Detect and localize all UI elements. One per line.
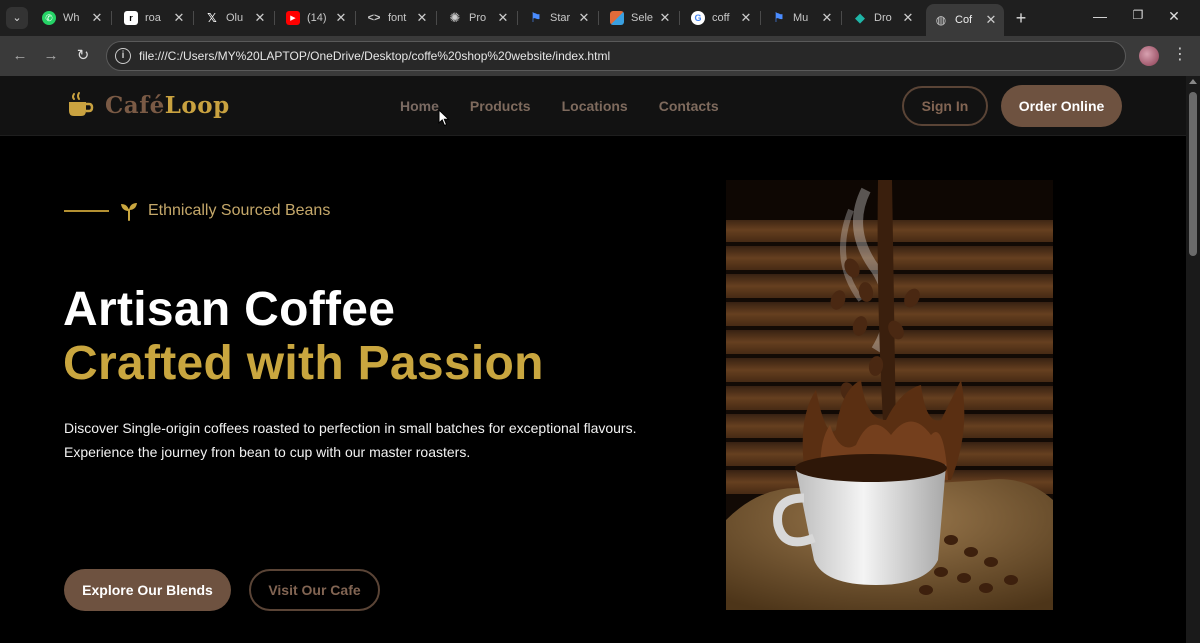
browser-tab[interactable]: ⚑ Star ✕	[521, 4, 597, 32]
browser-tab[interactable]: r roa ✕	[116, 4, 192, 32]
logo-wordmark: CaféLoop	[105, 92, 230, 119]
tab-close-icon[interactable]: ✕	[577, 10, 591, 26]
tab-close-icon[interactable]: ✕	[334, 10, 348, 26]
address-url[interactable]: file:///C:/Users/MY%20LAPTOP/OneDrive/De…	[139, 49, 610, 63]
visit-cafe-button[interactable]: Visit Our Cafe	[249, 569, 380, 611]
browser-tab[interactable]: Sele ✕	[602, 4, 678, 32]
tab-label: Wh	[63, 12, 80, 24]
hero-coffee-image	[726, 180, 1053, 610]
tab-close-icon[interactable]: ✕	[496, 10, 510, 26]
browser-tab[interactable]: <> font ✕	[359, 4, 435, 32]
logo-text-cafe: Café	[105, 91, 165, 119]
profile-avatar[interactable]	[1139, 46, 1159, 66]
cafeloop-logo[interactable]: CaféLoop	[66, 91, 230, 119]
tab-label: Mu	[793, 12, 809, 24]
tab-label: Dro	[874, 12, 892, 24]
sign-in-button[interactable]: Sign In	[902, 86, 988, 126]
scroll-up-icon[interactable]	[1189, 79, 1197, 84]
coffee-cup-icon	[69, 92, 94, 116]
browser-tab-strip: ⌄ ✆ Wh ✕ r roa ✕ 𝕏 Olu ✕ ▶ (14) ✕ <> fon…	[0, 0, 1200, 36]
youtube-icon: ▶	[286, 11, 300, 25]
globe-icon: ◍	[935, 13, 947, 27]
forward-arrow-icon[interactable]: →	[40, 45, 62, 67]
tab-label: Sele	[631, 12, 654, 24]
tab-close-icon[interactable]: ✕	[820, 10, 834, 26]
nav-link-home[interactable]: Home	[400, 98, 439, 114]
mouse-cursor-icon	[438, 109, 450, 127]
browser-tab[interactable]: 𝕏 Olu ✕	[197, 4, 273, 32]
tab-label: Star	[550, 12, 571, 24]
diamond-icon: ◆	[855, 10, 865, 25]
grid-icon	[610, 11, 624, 25]
tab-close-icon[interactable]: ✕	[658, 10, 672, 26]
flag-icon: ⚑	[530, 10, 542, 25]
explore-blends-button[interactable]: Explore Our Blends	[64, 569, 231, 611]
browser-toolbar: ← → ↻ i file:///C:/Users/MY%20LAPTOP/One…	[0, 36, 1200, 76]
tab-close-icon[interactable]: ✕	[253, 10, 267, 26]
browser-menu-icon[interactable]: ⋮	[1172, 44, 1188, 64]
window-close-icon[interactable]: ✕	[1164, 8, 1184, 25]
main-nav: Home Products Locations Contacts	[400, 98, 750, 114]
nav-link-products[interactable]: Products	[470, 98, 531, 114]
google-icon: G	[691, 11, 705, 25]
tab-label: Cof	[955, 14, 973, 26]
openai-icon: ✺	[449, 10, 461, 25]
hero-tagline: Ethnically Sourced Beans	[64, 201, 330, 221]
tagline-divider	[64, 210, 109, 212]
code-icon: <>	[367, 12, 381, 24]
hero-description-line: Experience the journey fron bean to cup …	[64, 444, 471, 460]
browser-tab[interactable]: ✆ Wh ✕	[34, 4, 110, 32]
new-tab-plus-icon[interactable]: +	[1011, 8, 1031, 28]
tab-label: roa	[145, 12, 161, 24]
browser-tab[interactable]: ✺ Pro ✕	[440, 4, 516, 32]
browser-tab[interactable]: ◆ Dro ✕	[845, 4, 921, 32]
info-icon[interactable]: i	[115, 48, 131, 64]
hero-description-line: Discover Single-origin coffees roasted t…	[64, 420, 637, 436]
flag-icon: ⚑	[773, 10, 785, 25]
sprout-icon	[121, 203, 137, 221]
order-online-button[interactable]: Order Online	[1001, 85, 1122, 127]
browser-tab[interactable]: G coff ✕	[683, 4, 759, 32]
tab-label: font	[388, 12, 407, 24]
hero-headline-gold: Crafted with Passion	[63, 337, 544, 390]
browser-tab[interactable]: ⚑ Mu ✕	[764, 4, 840, 32]
browser-tab-active[interactable]: ◍ Cof ✕	[926, 4, 1004, 36]
tab-close-icon[interactable]: ✕	[901, 10, 915, 26]
tab-close-icon[interactable]: ✕	[172, 10, 186, 26]
tab-label: Olu	[226, 12, 244, 24]
nav-link-locations[interactable]: Locations	[562, 98, 628, 114]
logo-text-loop: Loop	[164, 91, 230, 119]
tab-close-icon[interactable]: ✕	[739, 10, 753, 26]
page-scrollbar[interactable]	[1186, 76, 1200, 643]
x-icon: 𝕏	[207, 11, 217, 25]
tab-label: coff	[712, 12, 730, 24]
tab-close-icon[interactable]: ✕	[984, 12, 998, 28]
coffee-splash-illustration	[726, 180, 1053, 610]
address-bar[interactable]: i file:///C:/Users/MY%20LAPTOP/OneDrive/…	[106, 41, 1126, 71]
back-arrow-icon[interactable]: ←	[9, 45, 31, 67]
tab-label: Pro	[469, 12, 487, 24]
tagline-text: Ethnically Sourced Beans	[148, 202, 331, 219]
minimize-icon[interactable]: —	[1090, 8, 1110, 24]
roadmap-icon: r	[124, 11, 138, 25]
restore-icon[interactable]: ❐	[1128, 8, 1148, 22]
website-viewport: CaféLoop Home Products Locations Contact…	[0, 76, 1186, 643]
whatsapp-icon: ✆	[42, 11, 56, 25]
hero-headline-white: Artisan Coffee	[63, 283, 396, 336]
hero-description: Discover Single-origin coffees roasted t…	[64, 416, 684, 464]
tab-close-icon[interactable]: ✕	[415, 10, 429, 26]
browser-tab[interactable]: ▶ (14) ✕	[278, 4, 354, 32]
site-header: CaféLoop Home Products Locations Contact…	[0, 76, 1186, 136]
reload-icon[interactable]: ↻	[72, 45, 94, 67]
scrollbar-thumb[interactable]	[1189, 92, 1197, 256]
nav-link-contacts[interactable]: Contacts	[659, 98, 719, 114]
tab-close-icon[interactable]: ✕	[90, 10, 104, 26]
tab-search-chevron-icon[interactable]: ⌄	[6, 7, 28, 29]
tab-label: (14)	[307, 12, 327, 24]
